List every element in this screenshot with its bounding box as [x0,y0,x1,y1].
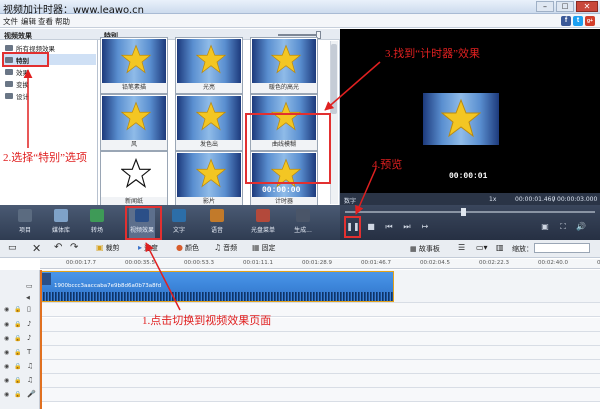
annotation-arrows [23,61,381,311]
